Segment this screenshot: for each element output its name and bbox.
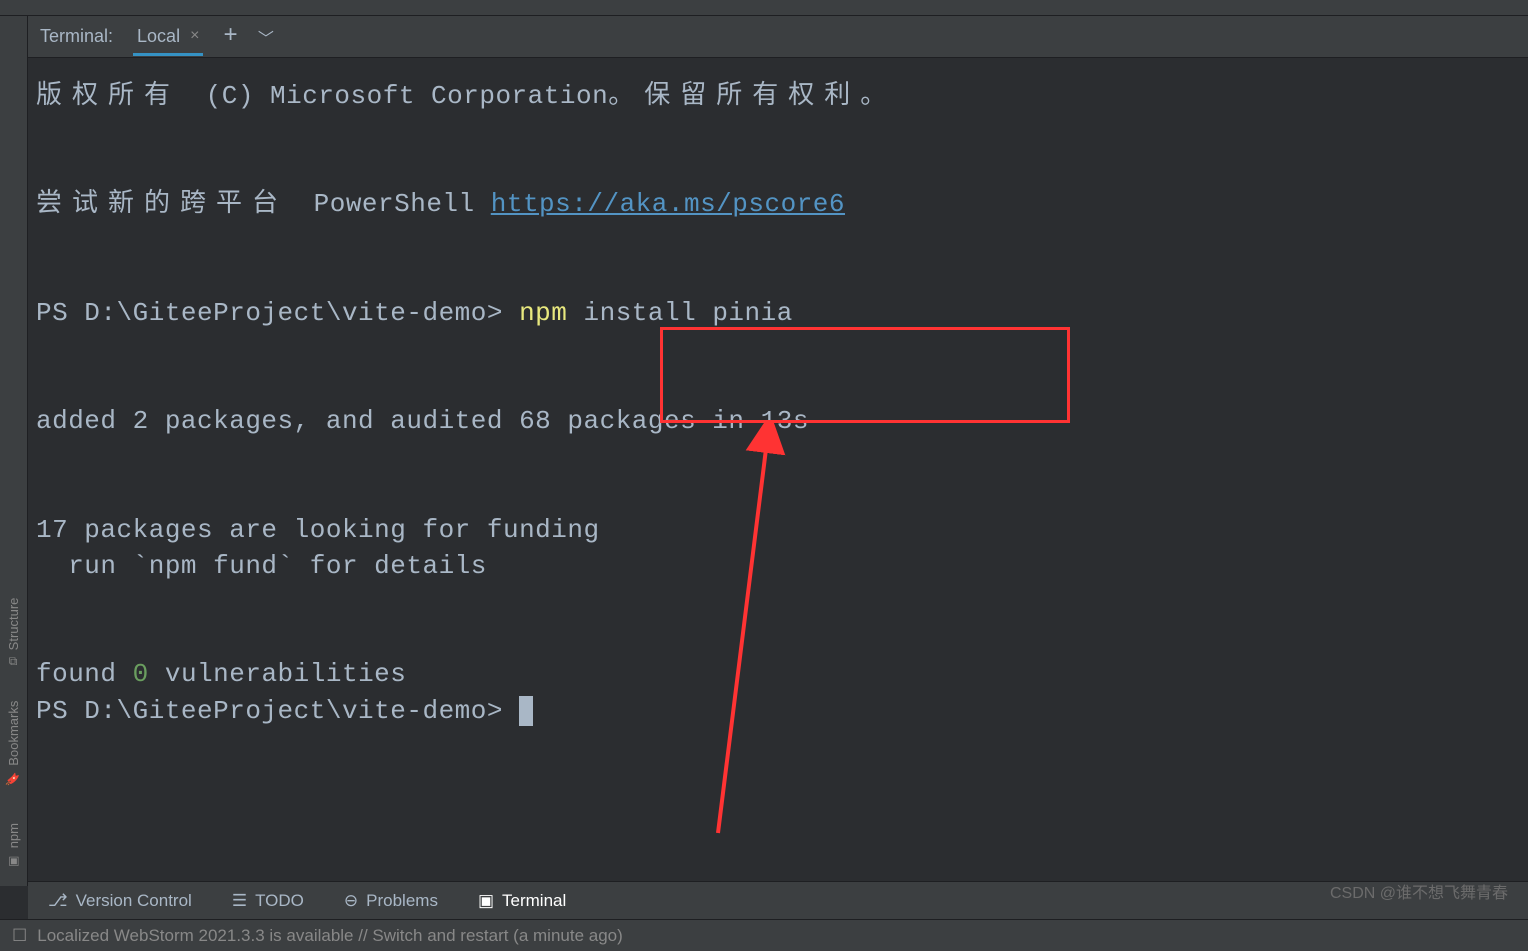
terminal-line: PS D:\GiteeProject\vite-demo> bbox=[36, 693, 1520, 729]
sidebar-npm-label: npm bbox=[6, 823, 21, 848]
bookmark-icon: 🔖 bbox=[6, 772, 21, 786]
terminal-line: found 0 vulnerabilities bbox=[36, 656, 1520, 692]
sidebar-item-bookmarks[interactable]: 🔖 Bookmarks bbox=[4, 693, 23, 795]
status-checkbox-icon[interactable]: ☐ bbox=[12, 926, 27, 946]
bottom-vcs[interactable]: ⎇ Version Control bbox=[48, 891, 192, 911]
watermark: CSDN @谁不想飞舞青春 bbox=[1330, 879, 1508, 903]
terminal-panel-label: Terminal: bbox=[40, 26, 113, 47]
structure-icon: ⧉ bbox=[9, 654, 18, 668]
bottom-terminal[interactable]: ▣ Terminal bbox=[478, 891, 566, 911]
terminal-line: added 2 packages, and audited 68 package… bbox=[36, 403, 1520, 439]
terminal-line: 17 packages are looking for funding bbox=[36, 512, 1520, 548]
terminal-tabs-row: Terminal: Local × + ﹀ bbox=[28, 16, 1528, 58]
cursor bbox=[519, 696, 533, 726]
todo-icon: ☰ bbox=[232, 891, 247, 911]
terminal-line: 尝试新的跨平台 PowerShell https://aka.ms/pscore… bbox=[36, 186, 1520, 222]
branch-icon: ⎇ bbox=[48, 891, 68, 911]
pscore6-link[interactable]: https://aka.ms/pscore6 bbox=[491, 189, 845, 219]
close-icon[interactable]: × bbox=[190, 27, 199, 45]
chevron-down-icon[interactable]: ﹀ bbox=[258, 25, 274, 49]
terminal-body[interactable]: 版权所有 (C) Microsoft Corporation。保留所有权利。 尝… bbox=[28, 58, 1528, 749]
bottom-panel: ⎇ Version Control ☰ TODO ⊖ Problems ▣ Te… bbox=[28, 881, 1528, 919]
terminal-line: PS D:\GiteeProject\vite-demo> npm instal… bbox=[36, 295, 1520, 331]
terminal-line: 版权所有 (C) Microsoft Corporation。保留所有权利。 bbox=[36, 78, 1520, 114]
status-bar: ☐ Localized WebStorm 2021.3.3 is availab… bbox=[0, 919, 1528, 951]
problems-icon: ⊖ bbox=[344, 891, 358, 911]
sidebar-structure-label: Structure bbox=[6, 598, 21, 651]
add-tab-icon[interactable]: + bbox=[223, 23, 237, 50]
bottom-todo[interactable]: ☰ TODO bbox=[232, 891, 304, 911]
tab-local-label: Local bbox=[137, 26, 180, 47]
bottom-problems[interactable]: ⊖ Problems bbox=[344, 891, 438, 911]
tab-local[interactable]: Local × bbox=[133, 18, 203, 56]
npm-icon: ▣ bbox=[7, 854, 21, 868]
sidebar-item-npm[interactable]: ▣ npm bbox=[4, 815, 23, 876]
status-text[interactable]: Localized WebStorm 2021.3.3 is available… bbox=[37, 926, 623, 946]
terminal-line: run `npm fund` for details bbox=[36, 548, 1520, 584]
sidebar-item-structure[interactable]: ⧉ Structure bbox=[4, 590, 23, 673]
sidebar-bookmarks-label: Bookmarks bbox=[6, 701, 21, 766]
terminal-icon: ▣ bbox=[478, 891, 494, 911]
top-bar bbox=[0, 0, 1528, 16]
sidebar: ⧉ Structure 🔖 Bookmarks ▣ npm bbox=[0, 16, 28, 886]
main-area: Terminal: Local × + ﹀ 版权所有 (C) Microsoft… bbox=[28, 16, 1528, 886]
